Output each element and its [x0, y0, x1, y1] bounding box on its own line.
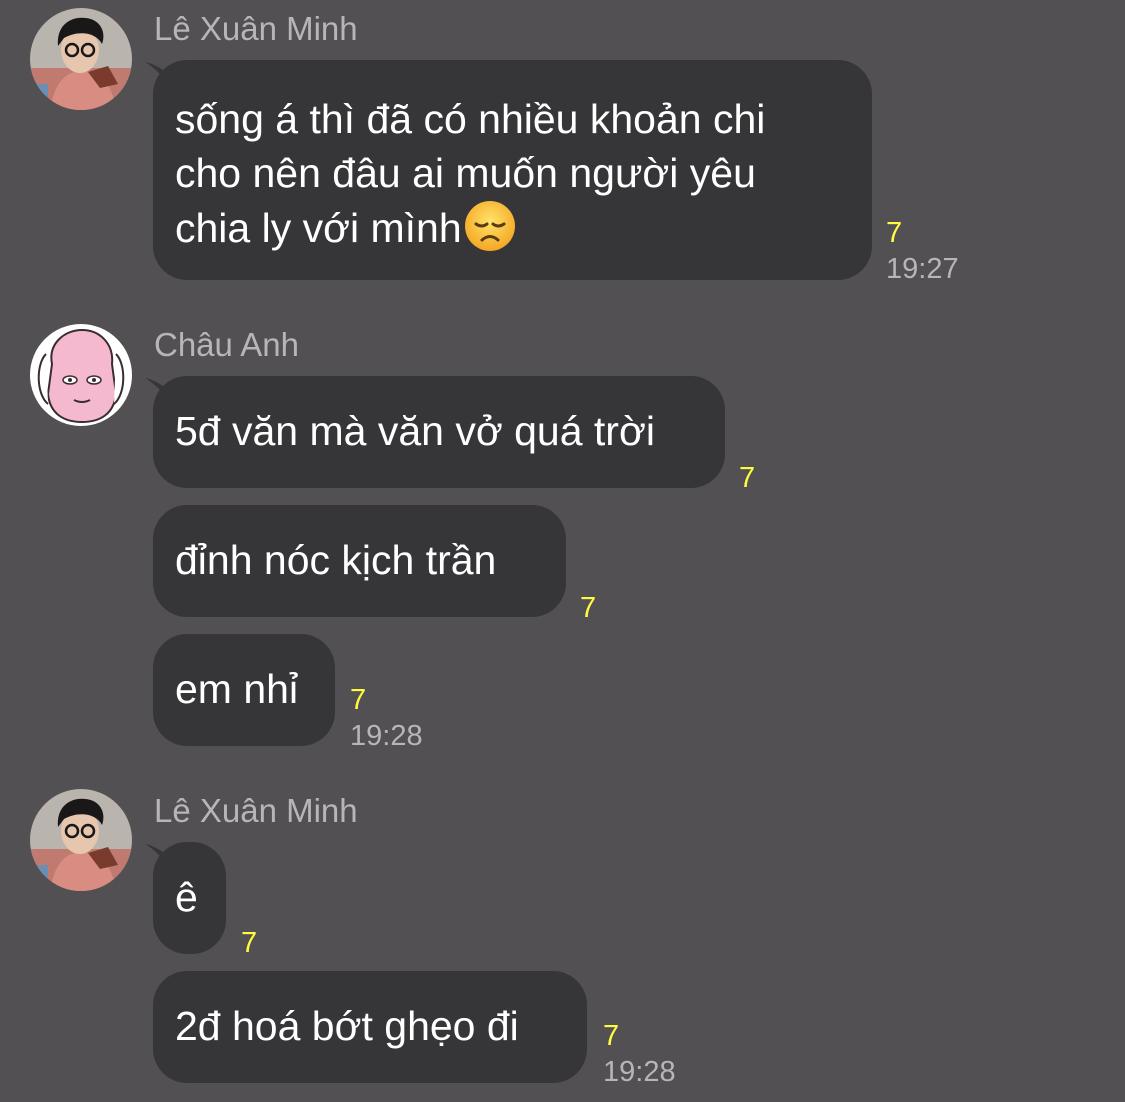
timestamp: 19:28	[603, 1056, 676, 1088]
message-text: đỉnh nóc kịch trần	[175, 537, 497, 583]
message-meta: 7 19:28	[350, 682, 423, 754]
disappointed-face-emoji-icon	[464, 201, 515, 251]
message-meta: 7 19:27	[886, 215, 959, 287]
read-count: 7	[739, 462, 756, 494]
message-bubble[interactable]: ê	[153, 842, 226, 954]
read-count: 7	[350, 684, 367, 716]
avatar-le-xuan-minh[interactable]	[30, 789, 132, 891]
message-meta: 7	[739, 460, 755, 496]
read-count: 7	[580, 592, 597, 624]
message-text: em nhỉ	[175, 666, 299, 712]
message-bubble[interactable]: 5đ văn mà văn vở quá trời	[153, 376, 725, 488]
avatar-le-xuan-minh[interactable]	[30, 8, 132, 110]
message-bubble[interactable]: sống á thì đã có nhiều khoản chi cho nên…	[153, 60, 872, 280]
read-count: 7	[603, 1020, 620, 1052]
cartoon-pink-face-avatar-icon	[30, 324, 132, 426]
sender-name: Lê Xuân Minh	[154, 10, 358, 47]
message-bubble[interactable]: 2đ hoá bớt ghẹo đi	[153, 971, 587, 1083]
avatar-chau-anh[interactable]	[30, 324, 132, 426]
message-bubble[interactable]: em nhỉ	[153, 634, 335, 746]
message-bubble[interactable]: đỉnh nóc kịch trần	[153, 505, 566, 617]
sender-name: Châu Anh	[154, 326, 299, 363]
message-text: ê	[175, 874, 198, 920]
read-count: 7	[886, 217, 903, 249]
message-text: 5đ văn mà văn vở quá trời	[175, 408, 655, 454]
message-meta: 7	[580, 590, 596, 626]
message-meta: 7 19:28	[603, 1018, 676, 1090]
sender-name: Lê Xuân Minh	[154, 792, 358, 829]
message-meta: 7	[241, 925, 257, 961]
photo-avatar-icon	[30, 789, 132, 891]
read-count: 7	[241, 927, 258, 959]
timestamp: 19:27	[886, 253, 959, 285]
photo-avatar-icon	[30, 8, 132, 110]
timestamp: 19:28	[350, 720, 423, 752]
message-text: 2đ hoá bớt ghẹo đi	[175, 1003, 519, 1049]
